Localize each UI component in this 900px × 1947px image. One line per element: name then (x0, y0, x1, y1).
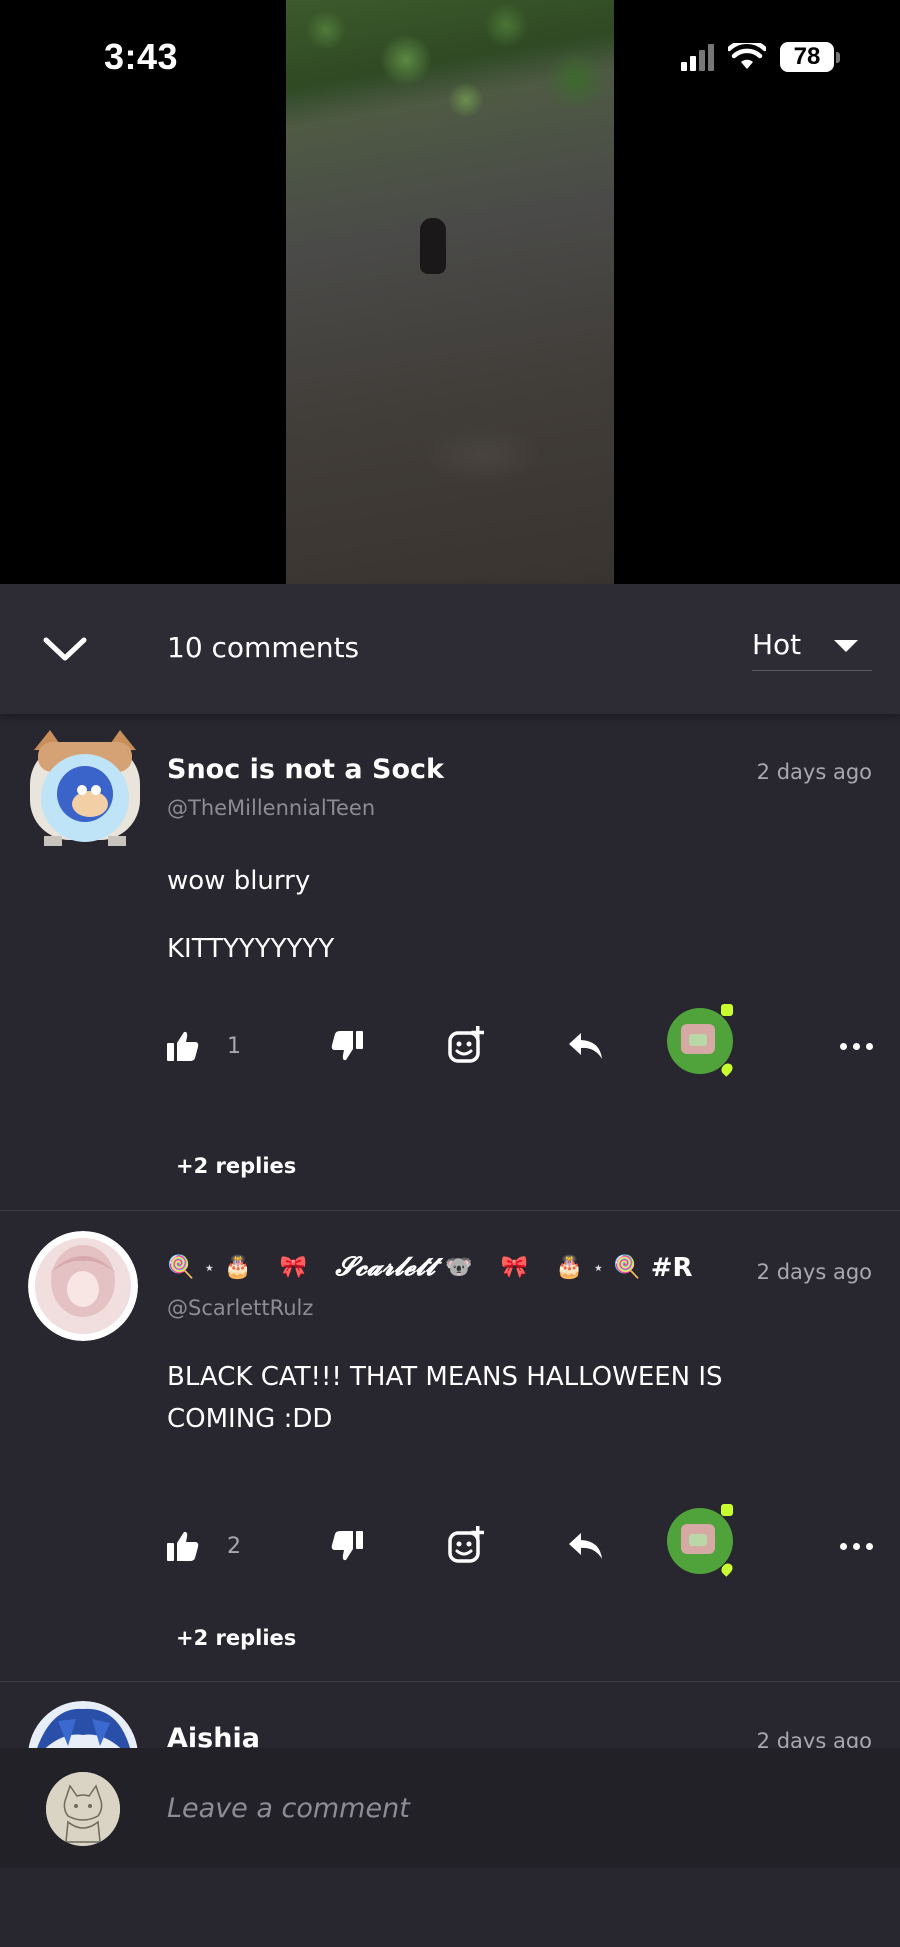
caret-down-icon (834, 640, 858, 652)
name-emoji: 🎀 (279, 1255, 308, 1280)
comment-timestamp: 2 days ago (742, 1260, 872, 1284)
video-foliage (286, 0, 614, 150)
comment-timestamp: 2 days ago (756, 760, 872, 784)
dislike-button[interactable] (331, 1016, 363, 1076)
video-frame[interactable] (286, 0, 614, 584)
comment-divider (0, 1210, 900, 1211)
name-symbol: ⋆ (204, 1258, 215, 1277)
cellular-signal-icon (681, 43, 714, 71)
gift-icon (681, 1524, 715, 1554)
add-reaction-button[interactable] (447, 1016, 487, 1076)
award-gift-button[interactable] (667, 1504, 735, 1577)
comment-author-name[interactable]: Aishia (167, 1723, 260, 1748)
award-badge-icon (721, 1504, 733, 1516)
like-count: 1 (227, 1033, 241, 1059)
name-symbol: ⋆ (593, 1258, 604, 1277)
add-reaction-button[interactable] (447, 1516, 487, 1576)
more-options-button[interactable] (840, 1516, 873, 1576)
thumbs-down-icon (331, 1531, 363, 1561)
collapse-button[interactable] (40, 624, 90, 674)
comment-item: Aishia 2 days ago (0, 1681, 900, 1748)
add-emoji-icon (448, 1026, 484, 1063)
avatar-sketch-cat (46, 1772, 120, 1846)
thumbs-up-icon (167, 1031, 199, 1061)
name-text: #R (650, 1252, 693, 1283)
comment-body: BLACK CAT!!! THAT MEANS HALLOWEEN IS COM… (167, 1356, 807, 1440)
reply-button[interactable] (569, 1516, 603, 1576)
comment-author-name[interactable]: Snoc is not a Sock (167, 754, 444, 785)
comment-author-handle[interactable]: @ScarlettRulz (167, 1296, 313, 1320)
name-emoji: 🎀 (500, 1255, 528, 1280)
view-replies-link[interactable]: +2 replies (176, 1154, 296, 1178)
avatar-sonic-hamster (30, 730, 140, 846)
comment-composer (0, 1748, 900, 1868)
name-emoji: 🎂 (224, 1255, 252, 1280)
view-replies-link[interactable]: +2 replies (176, 1626, 296, 1650)
comment-line: wow blurry (167, 866, 311, 896)
reply-arrow-icon (569, 1533, 602, 1559)
comment-actions: 2 (167, 1504, 873, 1577)
sort-label: Hot (752, 628, 802, 661)
avatar-pink-girl (28, 1231, 138, 1341)
name-text: 𝓢𝓬𝓪𝓻𝓵𝓮𝓽𝓽 (335, 1252, 436, 1282)
dislike-button[interactable] (331, 1516, 363, 1576)
name-emoji: 🍭 (613, 1255, 641, 1280)
status-time: 3:43 (104, 36, 179, 77)
name-emoji: 🎂 (555, 1255, 584, 1280)
comment-author-handle[interactable]: @TheMillennialTeen (167, 796, 375, 820)
wifi-icon (728, 43, 766, 69)
reply-arrow-icon (569, 1033, 602, 1059)
comment-line: BLACK CAT!!! THAT MEANS HALLOWEEN IS COM… (167, 1362, 723, 1434)
more-options-button[interactable] (840, 1016, 873, 1076)
name-emoji: 🐨 (445, 1255, 473, 1280)
comment-count: 10 comments (167, 631, 360, 664)
sort-dropdown[interactable]: Hot (752, 620, 872, 671)
like-button[interactable]: 1 (167, 1016, 241, 1076)
thumbs-up-icon (167, 1531, 199, 1561)
comment-actions: 1 (167, 1004, 873, 1077)
status-indicators: 78 (681, 42, 840, 72)
comments-header: 10 comments Hot (0, 584, 900, 714)
chevron-down-icon (43, 637, 87, 661)
comment-body: wow blurry KITTYYYYYYY (167, 860, 807, 970)
comment-author-name[interactable]: 🍭 ⋆ 🎂 🎀 𝓢𝓬𝓪𝓻𝓵𝓮𝓽𝓽 🐨 🎀 🎂 ⋆ 🍭 #R (167, 1252, 727, 1283)
like-count: 2 (227, 1533, 241, 1559)
gift-icon (681, 1024, 715, 1054)
name-emoji: 🍭 (167, 1255, 195, 1280)
more-dots-icon (840, 1042, 847, 1050)
battery-icon: 78 (780, 42, 840, 72)
bottom-safe-area (0, 1868, 900, 1947)
thumbs-down-icon (331, 1031, 363, 1061)
avatar[interactable] (24, 728, 146, 852)
current-user-avatar[interactable] (46, 1772, 120, 1846)
award-gift-button[interactable] (667, 1004, 735, 1077)
avatar[interactable] (28, 1701, 138, 1748)
like-button[interactable]: 2 (167, 1516, 241, 1576)
award-badge-icon (721, 1004, 733, 1016)
heart-icon (719, 1561, 735, 1577)
add-emoji-icon (448, 1526, 484, 1563)
avatar[interactable] (28, 1231, 138, 1341)
video-player[interactable]: 3:43 78 (0, 0, 900, 584)
comment-line: KITTYYYYYYY (167, 934, 335, 964)
heart-icon (719, 1061, 735, 1077)
video-black-cat (420, 218, 446, 274)
comment-timestamp: 2 days ago (756, 1729, 872, 1748)
battery-level: 78 (780, 42, 834, 72)
comment-input[interactable] (167, 1788, 847, 1828)
avatar-anime-blue-hair (28, 1701, 138, 1748)
reply-button[interactable] (569, 1016, 603, 1076)
more-dots-icon (840, 1542, 847, 1550)
